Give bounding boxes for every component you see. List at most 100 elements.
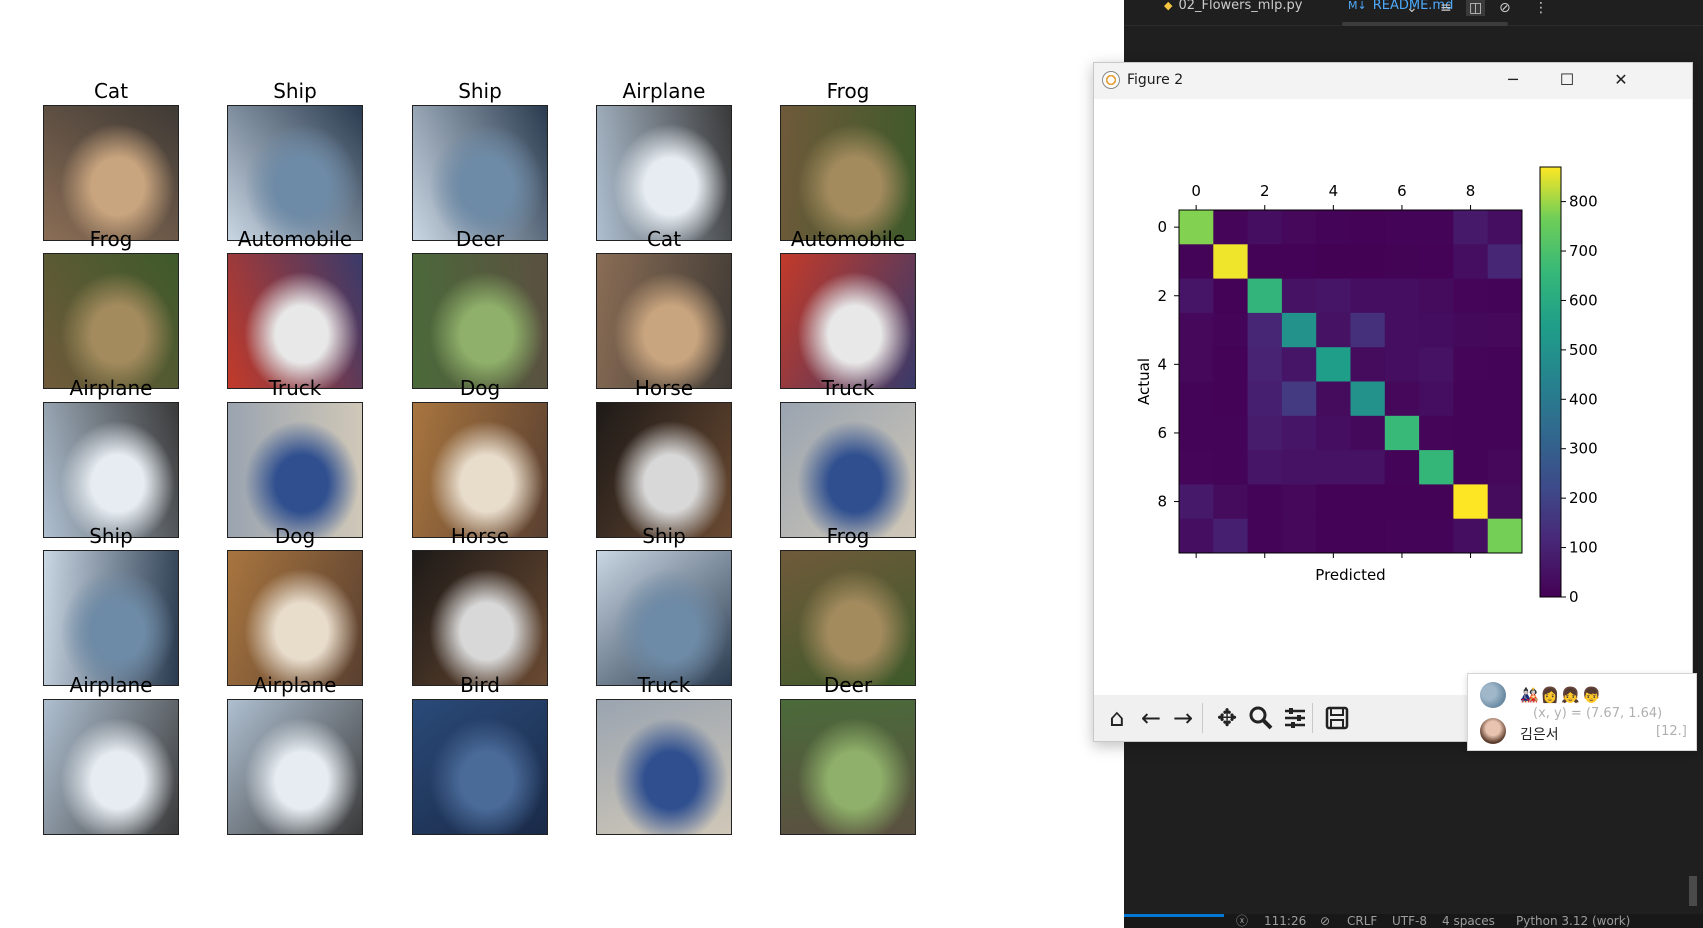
heatmap-cell bbox=[1247, 450, 1283, 485]
colorbar-tick-label: 100 bbox=[1569, 539, 1598, 557]
sample-image bbox=[596, 699, 732, 835]
chevron-down-icon[interactable]: ⌄ bbox=[1406, 0, 1418, 16]
cursor-position[interactable]: 111:26 bbox=[1264, 914, 1306, 928]
grid-cell-title: Frog bbox=[826, 79, 870, 103]
sample-image bbox=[43, 253, 179, 389]
heatmap-cell bbox=[1179, 484, 1214, 520]
heatmap-cell bbox=[1419, 415, 1454, 451]
close-icon[interactable]: ⓧ bbox=[1236, 914, 1248, 928]
encoding-indicator[interactable]: UTF-8 bbox=[1392, 914, 1427, 928]
heatmap-cell bbox=[1213, 484, 1249, 520]
close-button[interactable]: ✕ bbox=[1598, 63, 1644, 99]
sample-image bbox=[227, 699, 363, 835]
zoom-icon[interactable] bbox=[1244, 701, 1278, 735]
heatmap-cell bbox=[1316, 347, 1351, 382]
tab-scroll-indicator[interactable] bbox=[1342, 22, 1508, 26]
heatmap-cell bbox=[1350, 450, 1386, 485]
heatmap-cell bbox=[1213, 210, 1249, 245]
user-avatar bbox=[1480, 718, 1506, 744]
matplotlib-logo-icon bbox=[1102, 71, 1120, 89]
heatmap-cell bbox=[1247, 278, 1283, 314]
back-icon[interactable]: ← bbox=[1134, 701, 1168, 735]
grid-cell-title: Truck bbox=[821, 376, 875, 400]
language-indicator[interactable]: Python 3.12 (work) bbox=[1516, 914, 1630, 928]
sample-image bbox=[43, 402, 179, 538]
heatmap-cell bbox=[1281, 415, 1317, 451]
heatmap-cell bbox=[1419, 312, 1454, 348]
pan-icon[interactable]: ✥ bbox=[1210, 701, 1244, 735]
sample-image bbox=[412, 402, 548, 538]
minimize-button[interactable]: ─ bbox=[1490, 63, 1536, 99]
toolbar-separator bbox=[1312, 703, 1313, 733]
messenger-popup[interactable]: 🎎👩👧👦 (x, y) = (7.67, 1.64) 김은서 [12.] bbox=[1467, 673, 1697, 751]
heatmap-cell bbox=[1384, 278, 1420, 314]
eol-indicator[interactable]: CRLF bbox=[1347, 914, 1377, 928]
heatmap-cell bbox=[1384, 347, 1420, 382]
status-bar: ⓧ 111:26 ⊘ CRLF UTF-8 4 spaces Python 3.… bbox=[1124, 914, 1703, 928]
grid-cell-title: Frog bbox=[826, 524, 870, 548]
sample-image bbox=[780, 550, 916, 686]
y-tick-label: 0 bbox=[1157, 218, 1167, 236]
scrollbar-thumb[interactable] bbox=[1689, 876, 1697, 906]
heatmap-cell bbox=[1281, 244, 1317, 280]
heatmap-cell bbox=[1213, 518, 1249, 554]
menu-icon[interactable]: ≡ bbox=[1440, 0, 1452, 16]
heatmap-cell bbox=[1316, 244, 1351, 280]
grid-cell-title: Automobile bbox=[237, 227, 353, 251]
heatmap-cell bbox=[1453, 210, 1489, 245]
y-tick-label: 6 bbox=[1157, 424, 1167, 442]
more-actions-icon[interactable]: ⋮ bbox=[1534, 0, 1548, 16]
heatmap-cell bbox=[1213, 312, 1249, 348]
heatmap-cell bbox=[1281, 484, 1317, 520]
heatmap-cell bbox=[1350, 381, 1386, 417]
figure-canvas[interactable]: 0 2 4 6 8 0 2 4 6 8 Predicted Actual 0 100 200 300 400 50… bbox=[1094, 99, 1692, 695]
heatmap-cell bbox=[1316, 381, 1351, 417]
sample-image bbox=[596, 402, 732, 538]
heatmap-cell bbox=[1350, 210, 1386, 245]
toolbar-separator bbox=[1202, 703, 1203, 733]
sample-image bbox=[596, 253, 732, 389]
heatmap-cell bbox=[1247, 415, 1283, 451]
preview-icon[interactable]: ⊘ bbox=[1499, 0, 1511, 16]
heatmap-cell bbox=[1453, 312, 1489, 348]
heatmap-cell bbox=[1316, 484, 1351, 520]
colorbar-tick-label: 500 bbox=[1569, 341, 1598, 359]
heatmap-cell bbox=[1281, 210, 1317, 245]
heatmap-cell bbox=[1247, 347, 1283, 382]
colorbar-tick-label: 800 bbox=[1569, 193, 1598, 211]
python-icon: ◆ bbox=[1164, 0, 1173, 12]
heatmap-cell bbox=[1384, 450, 1420, 485]
tab-label: 02_Flowers_mlp.py bbox=[1178, 0, 1303, 13]
heatmap-cell bbox=[1213, 450, 1249, 485]
window-titlebar[interactable]: Figure 2 ─ ☐ ✕ bbox=[1094, 63, 1692, 99]
home-icon[interactable]: ⌂ bbox=[1100, 701, 1134, 735]
heatmap-cell bbox=[1179, 415, 1214, 451]
split-editor-icon[interactable]: ◫ bbox=[1466, 0, 1486, 16]
forward-icon[interactable]: → bbox=[1166, 701, 1200, 735]
x-tick-label: 4 bbox=[1329, 182, 1339, 200]
heatmap-cell bbox=[1281, 381, 1317, 417]
heatmap-cell bbox=[1316, 518, 1351, 554]
sample-image bbox=[43, 699, 179, 835]
heatmap-cell bbox=[1247, 518, 1283, 554]
heatmap-cell bbox=[1350, 484, 1386, 520]
heatmap-cell bbox=[1453, 484, 1489, 520]
heatmap-cell bbox=[1419, 278, 1454, 314]
heatmap-cell bbox=[1179, 347, 1214, 382]
heatmap-cell bbox=[1213, 244, 1249, 280]
heatmap-cell bbox=[1179, 450, 1214, 485]
heatmap-cell bbox=[1487, 312, 1523, 348]
x-tick-label: 8 bbox=[1466, 182, 1476, 200]
indent-indicator[interactable]: 4 spaces bbox=[1442, 914, 1495, 928]
heatmap-cell bbox=[1247, 312, 1283, 348]
grid-cell-title: Dog bbox=[274, 524, 316, 548]
broadcast-icon[interactable]: ⊘ bbox=[1320, 914, 1330, 928]
heatmap-cell bbox=[1179, 312, 1214, 348]
configure-icon[interactable] bbox=[1278, 701, 1312, 735]
save-icon[interactable] bbox=[1320, 701, 1354, 735]
maximize-button[interactable]: ☐ bbox=[1544, 63, 1590, 99]
sample-image bbox=[780, 105, 916, 241]
heatmap-cell bbox=[1281, 347, 1317, 382]
tab-flowers-mlp[interactable]: ◆ 02_Flowers_mlp.py bbox=[1164, 0, 1302, 26]
grid-cell-title: Truck bbox=[268, 376, 322, 400]
